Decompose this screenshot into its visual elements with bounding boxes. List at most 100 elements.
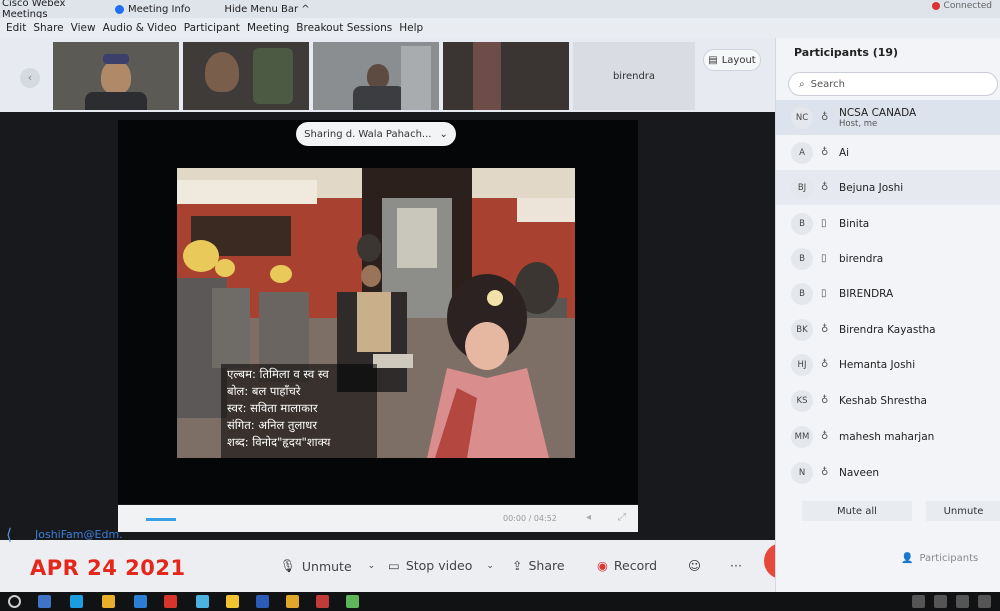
participants-toggle-label: Participants [919, 553, 979, 564]
record-button[interactable]: ◉ Record [597, 558, 657, 573]
word-icon[interactable] [256, 595, 269, 608]
participant-row[interactable]: HJ ♁ Hemanta Joshi [776, 347, 1000, 382]
caption-line: शब्द: विनोद"हृदय"शाक्य [227, 435, 331, 449]
more-label: ··· [730, 558, 742, 573]
participant-row[interactable]: KS ♁ Keshab Shrestha [776, 383, 1000, 418]
menu-bar: Edit Share View Audio & Video Participan… [0, 18, 1000, 38]
participant-row[interactable]: BK ♁ Birendra Kayastha [776, 312, 1000, 347]
layout-button[interactable]: ▤ Layout [703, 49, 761, 71]
participant-video-tile[interactable] [313, 42, 439, 110]
share-button[interactable]: ⇪ Share [512, 558, 565, 573]
menu-view[interactable]: View [71, 22, 96, 34]
reactions-button[interactable]: ☺ [688, 558, 701, 573]
shared-video[interactable]: एल्बम: तिमिला व स्व स्व बोल: बल पाहाँचरे… [177, 168, 575, 458]
avatar: N [791, 461, 813, 484]
fullscreen-icon[interactable]: ⤢ [618, 512, 626, 523]
avatar: BJ [791, 176, 813, 199]
participants-toggle-button[interactable]: 👤 Participants [901, 553, 978, 564]
avatar: B [791, 282, 813, 305]
microphone-icon: ♁ [821, 467, 829, 478]
stop-video-button[interactable]: ▭ Stop video ⌄ [388, 558, 494, 573]
search-icon[interactable] [8, 595, 21, 608]
unmute-button[interactable]: 🎙 Unmute ⌄ [280, 558, 375, 574]
participant-name: mahesh maharjan [839, 430, 935, 443]
share-icon: ⇪ [512, 558, 523, 573]
background-door [401, 46, 431, 110]
caption-text: एल्बम: तिमिला व स्व स्व बोल: बल पाहाँचरे… [221, 364, 377, 453]
phone-icon: ▯ [821, 253, 827, 264]
microphone-icon: ♁ [821, 395, 829, 406]
app-icon[interactable] [316, 595, 329, 608]
participant-name-tile[interactable]: birendra [573, 42, 695, 110]
participant-name: Birendra Kayastha [839, 323, 936, 336]
participant-row[interactable]: NC ♁ NCSA CANADA Host, me [776, 100, 1000, 135]
participant-face [367, 64, 389, 88]
meeting-info-button[interactable]: Meeting Info [115, 4, 190, 15]
layout-icon: ▤ [708, 54, 718, 66]
participant-row[interactable]: B ▯ BIRENDRA [776, 276, 1000, 311]
app-icon[interactable] [196, 595, 209, 608]
title-bar: Cisco Webex Meetings Meeting Info Hide M… [0, 0, 1000, 20]
participants-panel: Participants (19) ⌕ Search NC ♁ NCSA CAN… [775, 38, 1000, 592]
participant-row[interactable]: A ♁ Ai [776, 135, 1000, 170]
unmute-all-button[interactable]: Unmute [926, 501, 1000, 521]
participant-video-tile[interactable] [183, 42, 309, 110]
participant-name: birendra [839, 252, 884, 265]
participant-face [205, 52, 239, 92]
caption-line: एल्बम: तिमिला व स्व स्व [227, 367, 329, 381]
volume-icon[interactable] [956, 595, 969, 608]
chevron-down-icon: ⌄ [486, 560, 494, 571]
video-seek-bar[interactable]: 00:00 / 04:52 ◂ ⤢ [118, 505, 638, 532]
participant-row[interactable]: B ▯ birendra [776, 241, 1000, 276]
edge-icon[interactable] [70, 595, 83, 608]
hide-menu-bar-button[interactable]: Hide Menu Bar ^ [224, 4, 309, 15]
participants-title: Participants (19) [794, 46, 899, 59]
menu-audio-video[interactable]: Audio & Video [103, 22, 177, 34]
participant-name: Binita [839, 217, 870, 230]
chevron-down-icon: ⌄ [367, 561, 376, 571]
participant-name-label: birendra [612, 70, 656, 82]
app-icon[interactable] [164, 595, 177, 608]
participant-video-tile[interactable] [53, 42, 179, 110]
participant-row[interactable]: BJ ♁ Bejuna Joshi [776, 170, 1000, 205]
store-icon[interactable] [134, 595, 147, 608]
mute-all-button[interactable]: Mute all [802, 501, 912, 521]
microphone-icon: ♁ [821, 431, 829, 442]
participant-row[interactable]: MM ♁ mahesh maharjan [776, 419, 1000, 454]
participant-row[interactable]: B ▯ Binita [776, 206, 1000, 241]
more-options-button[interactable]: ··· [730, 558, 742, 573]
record-icon: ◉ [597, 558, 608, 573]
folder-icon[interactable] [102, 595, 115, 608]
menu-edit[interactable]: Edit [6, 22, 26, 34]
participant-name-block: NCSA CANADA Host, me [839, 107, 916, 129]
menu-help[interactable]: Help [399, 22, 423, 34]
avatar: NC [791, 106, 813, 129]
app-icon[interactable] [286, 595, 299, 608]
screen-root: Cisco Webex Meetings Meeting Info Hide M… [0, 0, 1000, 611]
menu-breakout-sessions[interactable]: Breakout Sessions [296, 22, 392, 34]
menu-share[interactable]: Share [33, 22, 63, 34]
notification-icon[interactable] [978, 595, 991, 608]
menu-meeting[interactable]: Meeting [247, 22, 289, 34]
avatar: HJ [791, 353, 813, 376]
participant-video-tile[interactable] [443, 42, 569, 110]
volume-icon[interactable]: ◂ [586, 512, 591, 523]
participant-role: Host, me [839, 118, 878, 129]
connection-label: Connected [943, 1, 992, 11]
avatar: MM [791, 425, 813, 448]
chrome-icon[interactable] [226, 595, 239, 608]
filmstrip-prev-button[interactable]: ‹ [20, 68, 40, 88]
participants-search-input[interactable]: ⌕ Search [788, 72, 998, 96]
watermark-text: JoshiFam@Edm. [35, 528, 123, 541]
microphone-icon: ♁ [821, 324, 829, 335]
webex-icon[interactable] [346, 595, 359, 608]
tray-icon[interactable] [912, 595, 925, 608]
task-view-icon[interactable] [38, 595, 51, 608]
network-icon[interactable] [934, 595, 947, 608]
menu-participant[interactable]: Participant [184, 22, 240, 34]
avatar: B [791, 212, 813, 235]
meeting-info-label: Meeting Info [128, 3, 191, 15]
participant-row[interactable]: N ♁ Naveen [776, 455, 1000, 490]
caption-line: स्वर: सविता मालाकार [227, 401, 318, 415]
sharing-indicator-dropdown[interactable]: Sharing d. Wala Pahach... ⌄ [296, 122, 456, 146]
